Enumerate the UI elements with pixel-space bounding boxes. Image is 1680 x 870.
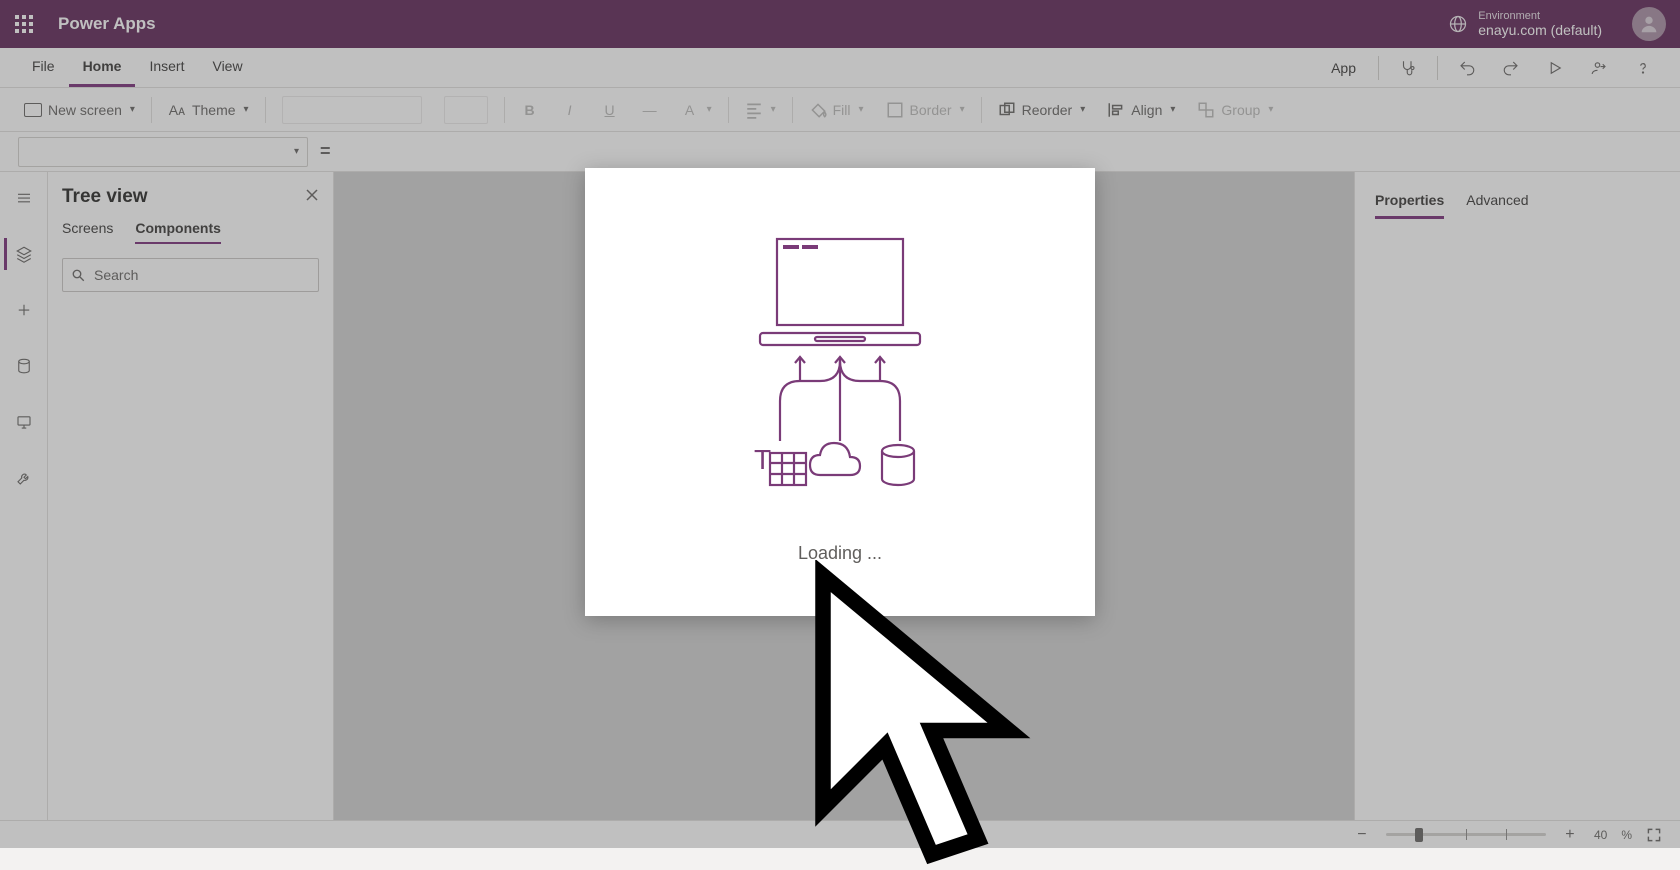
svg-text:T: T: [754, 444, 771, 475]
loading-illustration: T: [720, 221, 960, 531]
loading-text: Loading ...: [798, 543, 882, 564]
loading-modal: T Loading ...: [585, 168, 1095, 616]
cursor-icon: [796, 560, 1036, 870]
modal-overlay: T Loading ...: [0, 0, 1680, 848]
